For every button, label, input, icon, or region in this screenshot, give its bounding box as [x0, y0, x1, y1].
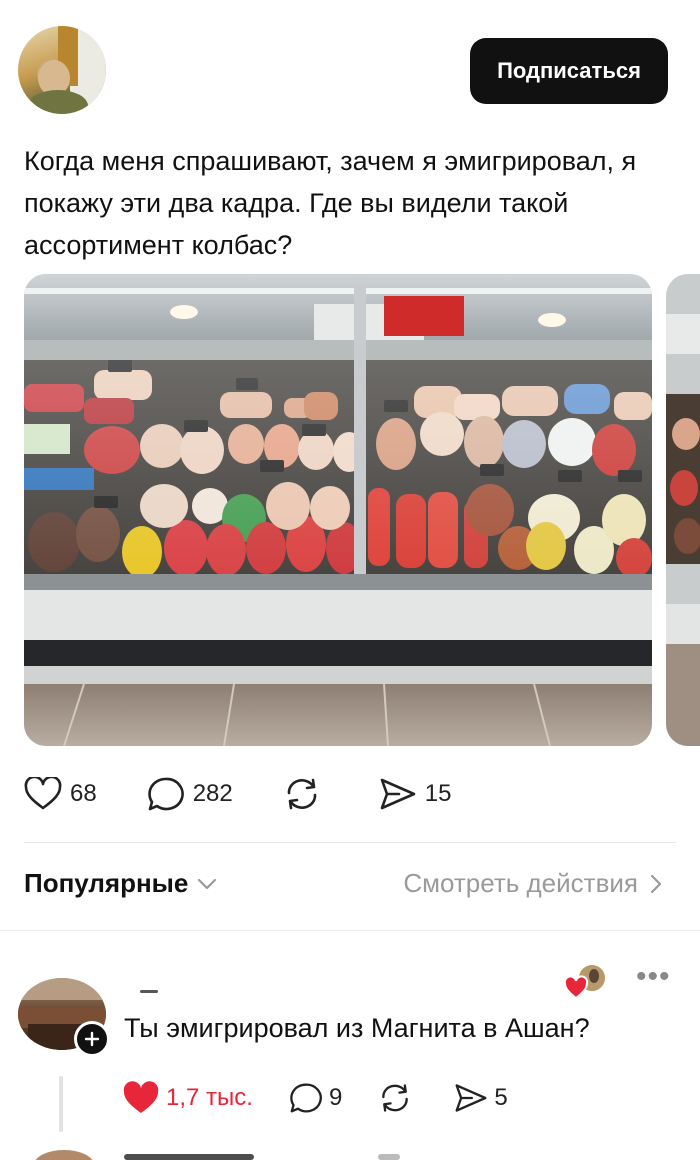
follow-commenter-button[interactable]	[74, 1021, 110, 1057]
next-comment-meta	[378, 1154, 400, 1160]
divider	[0, 930, 700, 931]
chevron-down-icon	[198, 878, 217, 889]
repost-icon	[287, 778, 317, 810]
post-actions: 68 282 15	[24, 770, 501, 818]
sort-dropdown[interactable]: Популярные	[24, 868, 218, 899]
thread-line	[59, 1076, 63, 1132]
plus-icon	[84, 1031, 100, 1047]
comment-count: 282	[192, 780, 233, 807]
sausage-counter-photo	[24, 274, 652, 746]
share-send-icon	[455, 1084, 487, 1112]
comment-reply-button[interactable]: 9	[289, 1082, 342, 1114]
author-avatar[interactable]	[18, 26, 106, 114]
view-activity-link[interactable]: Смотреть действия	[403, 868, 662, 899]
next-commenter-avatar[interactable]	[34, 1150, 94, 1160]
next-commenter-name[interactable]	[124, 1154, 254, 1160]
comment-like-button[interactable]: 1,7 тыс.	[122, 1081, 253, 1115]
comment-bubble-icon	[147, 777, 184, 811]
comment-repost-button[interactable]	[378, 1082, 418, 1114]
commenter-name[interactable]	[140, 990, 158, 993]
comment-share-button[interactable]: 5	[454, 1082, 508, 1114]
more-dots-icon[interactable]: •••	[636, 962, 671, 992]
comment-share-count: 5	[494, 1084, 508, 1111]
author-liked-icon	[563, 963, 607, 1000]
chevron-right-icon	[650, 874, 662, 893]
post-image[interactable]	[24, 274, 652, 746]
post-text: Когда меня спрашивают, зачем я эмигриров…	[24, 146, 637, 260]
share-send-icon	[380, 778, 416, 810]
comment-reply-count: 9	[328, 1084, 343, 1111]
divider	[24, 842, 676, 843]
comment-bubble-icon	[290, 1083, 322, 1113]
comment-like-count: 1,7 тыс.	[166, 1084, 253, 1111]
follow-button[interactable]: Подписаться	[470, 38, 668, 104]
comment-text: Ты эмигрировал из Магнита в Ашан?	[124, 1013, 590, 1043]
author-liked-indicator	[563, 962, 608, 1002]
next-image-peek[interactable]	[666, 274, 700, 746]
share-button[interactable]: 15	[379, 777, 452, 811]
avatar-photo	[28, 26, 106, 114]
share-count: 15	[424, 780, 452, 807]
like-button[interactable]: 68	[24, 777, 97, 811]
next-image-preview	[666, 274, 700, 746]
view-activity-label: Смотреть действия	[403, 868, 638, 898]
like-count: 68	[70, 780, 97, 807]
repost-button[interactable]	[283, 777, 329, 811]
heart-filled-icon	[123, 1081, 159, 1113]
comment-actions: 1,7 тыс. 9 5	[122, 1076, 544, 1120]
heart-icon	[24, 777, 62, 810]
repost-icon	[382, 1084, 409, 1112]
sort-label: Популярные	[24, 868, 189, 898]
comment-button[interactable]: 282	[147, 776, 233, 812]
